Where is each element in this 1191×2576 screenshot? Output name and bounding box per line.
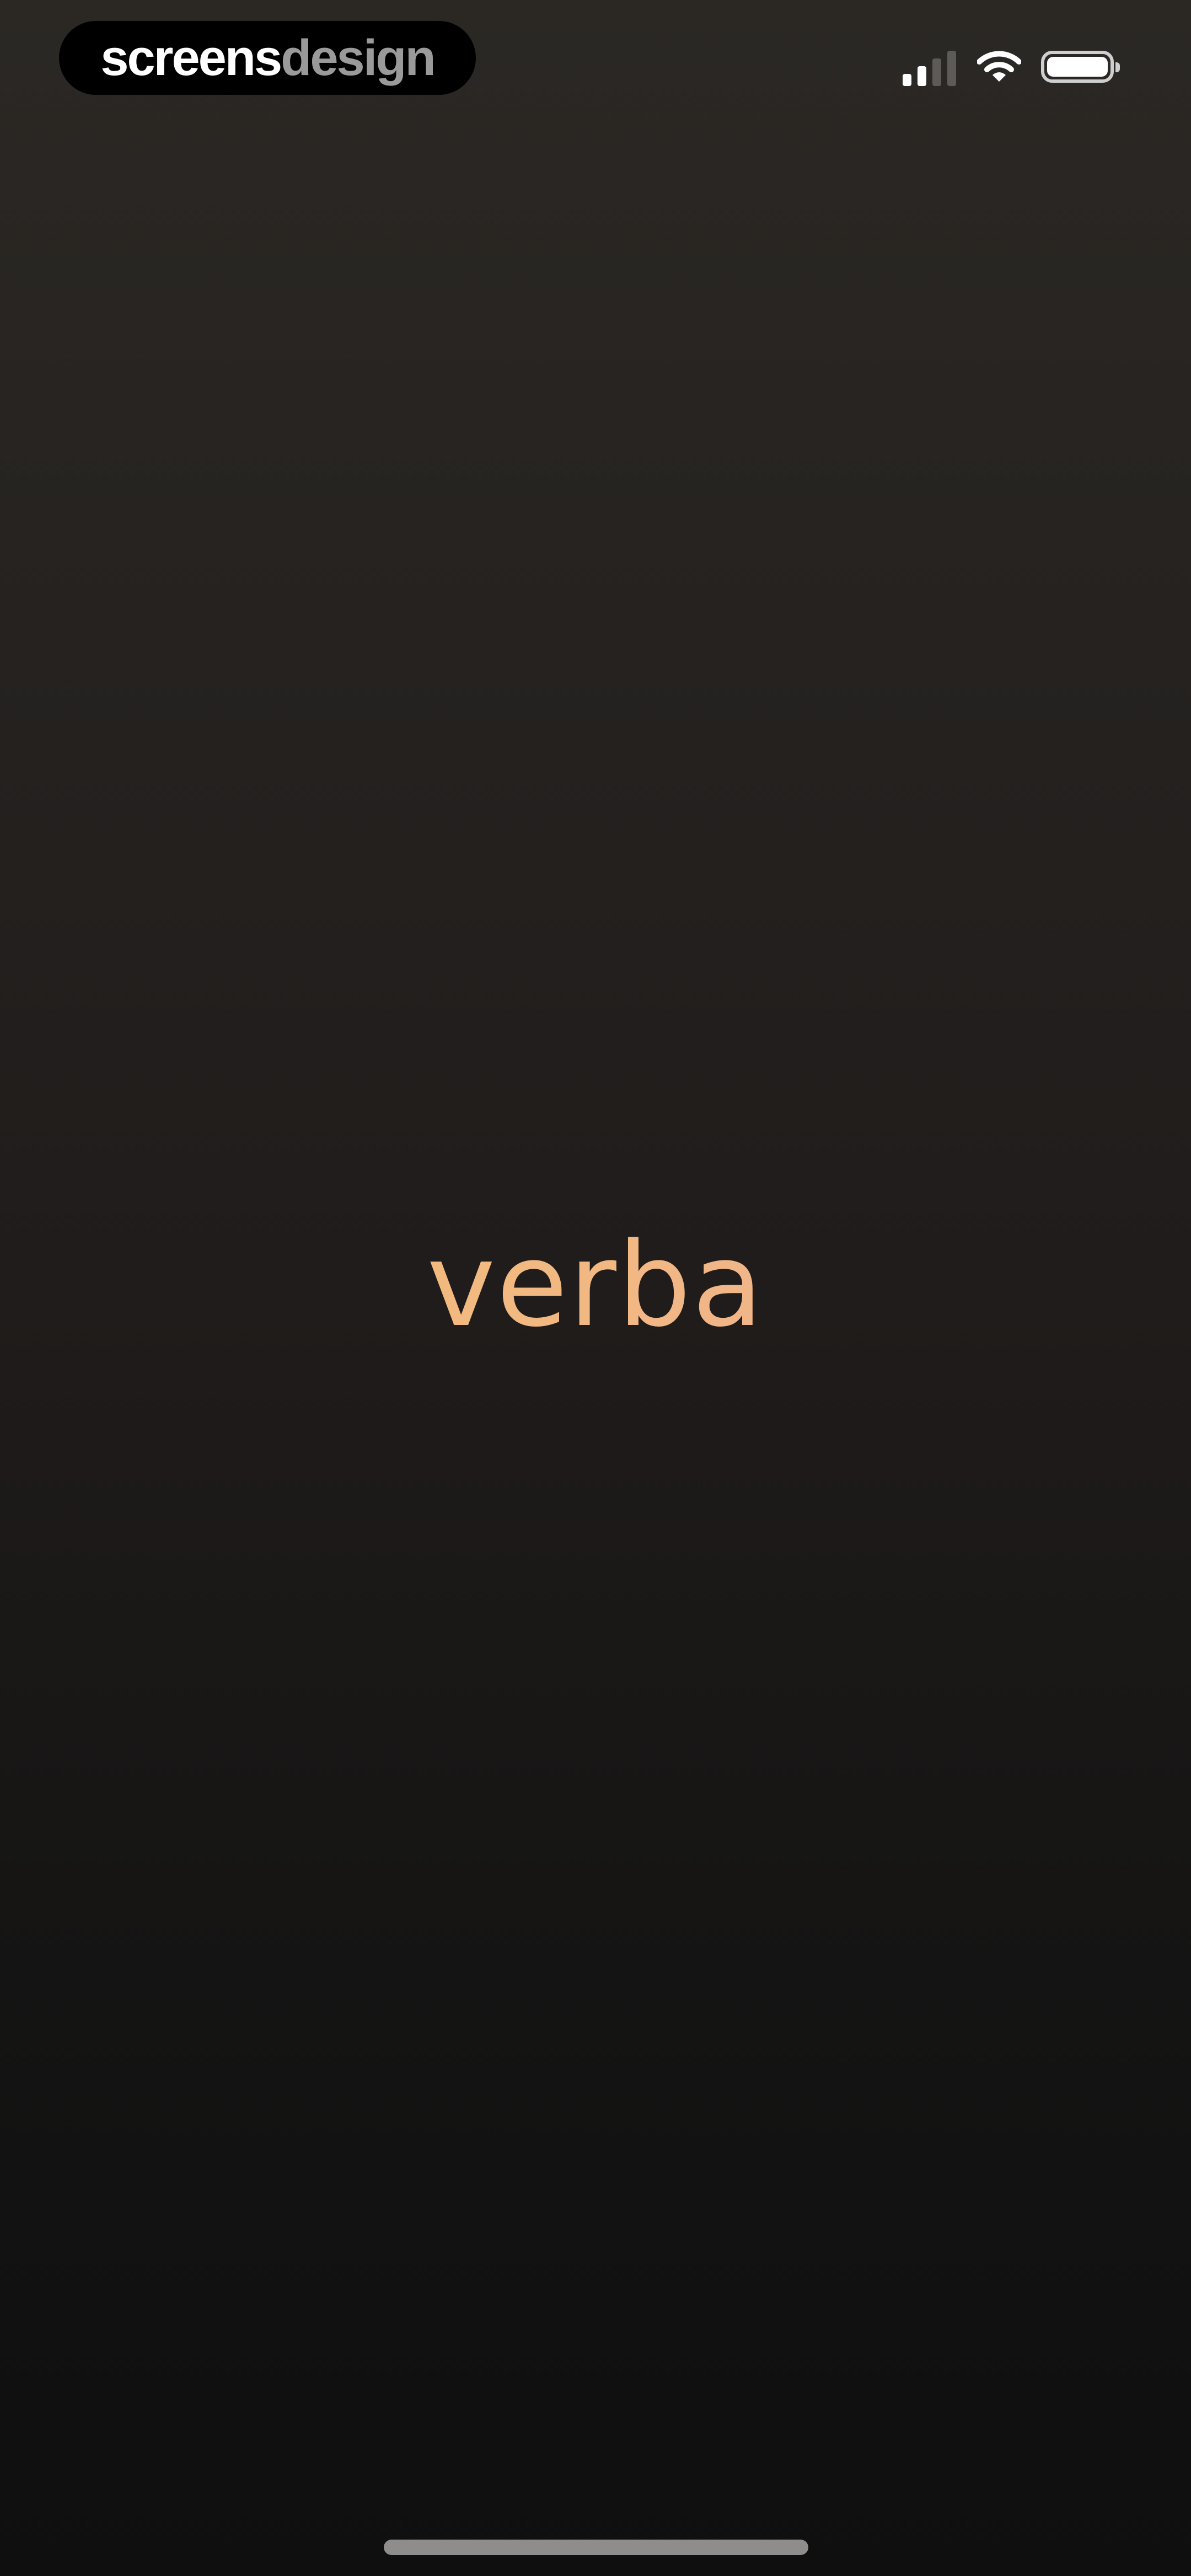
- cellular-signal-icon: [903, 47, 956, 86]
- verba-logo: verba: [0, 1227, 1191, 1343]
- battery-icon: [1041, 51, 1120, 83]
- watermark-part-screens: screens: [100, 30, 282, 86]
- watermark-part-design: design: [281, 30, 436, 86]
- signal-bar: [947, 51, 956, 86]
- splash-screen: screens design verba: [0, 0, 1191, 2576]
- battery-level-fill: [1047, 57, 1108, 77]
- wifi-icon: [977, 51, 1021, 82]
- home-indicator[interactable]: [384, 2540, 808, 2555]
- battery-cap: [1115, 62, 1120, 72]
- status-bar: screens design: [0, 0, 1191, 121]
- signal-bar: [903, 74, 911, 86]
- signal-bar: [918, 66, 926, 86]
- status-icons: [903, 47, 1120, 86]
- screensdesign-watermark: screens design: [59, 21, 476, 95]
- signal-bar: [932, 58, 941, 86]
